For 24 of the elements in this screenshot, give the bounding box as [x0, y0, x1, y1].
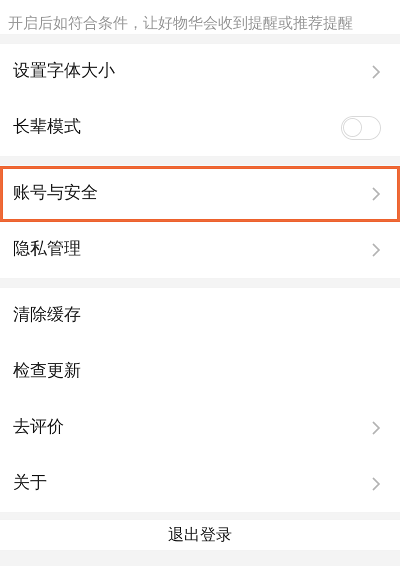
settings-label: 去评价	[13, 416, 64, 440]
chevron-right-icon	[371, 64, 381, 80]
settings-row[interactable]: 去评价	[0, 400, 400, 456]
logout-button[interactable]: 退出登录	[168, 523, 232, 547]
settings-label: 长辈模式	[13, 116, 81, 140]
settings-row[interactable]: 关于	[0, 456, 400, 512]
settings-label: 隐私管理	[13, 238, 81, 262]
settings-row[interactable]: 检查更新	[0, 344, 400, 400]
settings-label: 设置字体大小	[13, 60, 115, 84]
chevron-right-icon	[371, 476, 381, 492]
settings-row[interactable]: 账号与安全	[0, 166, 400, 222]
settings-label: 检查更新	[13, 360, 81, 384]
settings-label: 清除缓存	[13, 304, 81, 328]
toggle-switch[interactable]	[341, 116, 381, 140]
chevron-right-icon	[371, 420, 381, 436]
chevron-right-icon	[371, 242, 381, 258]
notice-text: 开启后如符合条件，让好物华会收到提醒或推荐提醒	[8, 12, 353, 34]
settings-row[interactable]: 隐私管理	[0, 222, 400, 278]
settings-row[interactable]: 设置字体大小	[0, 44, 400, 100]
settings-row[interactable]: 清除缓存	[0, 288, 400, 344]
chevron-right-icon	[371, 186, 381, 202]
settings-row[interactable]: 长辈模式	[0, 100, 400, 156]
settings-label: 关于	[13, 472, 47, 496]
settings-label: 账号与安全	[13, 182, 98, 206]
